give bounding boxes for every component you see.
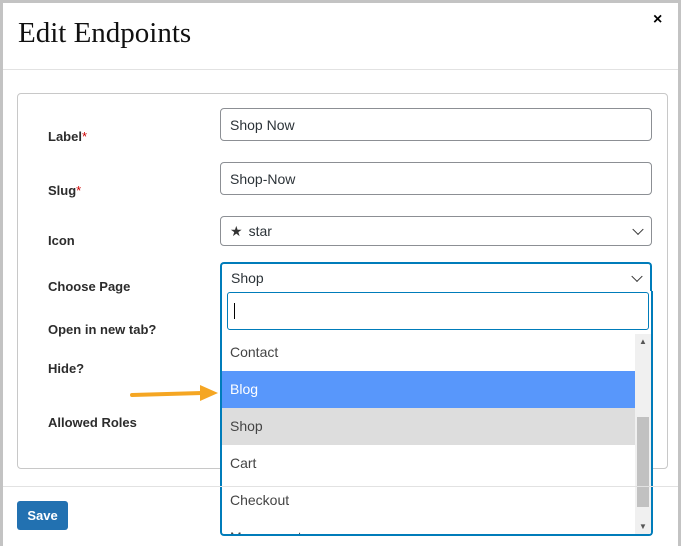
option-my-account[interactable]: My account (222, 519, 635, 534)
page-dropdown: Contact Blog Shop Cart Checkout My accou… (220, 291, 653, 536)
icon-select[interactable]: ★ star (220, 216, 652, 246)
option-shop[interactable]: Shop (222, 408, 635, 445)
dropdown-options: Contact Blog Shop Cart Checkout My accou… (222, 334, 635, 534)
dropdown-search-input[interactable] (227, 292, 649, 330)
label-field-label: Label* (48, 129, 87, 144)
chevron-down-icon (632, 223, 644, 236)
chevron-down-icon (631, 270, 643, 283)
scrollbar-thumb[interactable] (637, 417, 649, 507)
allowed-roles-label: Allowed Roles (48, 415, 137, 430)
header-divider (3, 69, 678, 70)
save-button[interactable]: Save (17, 501, 68, 530)
scroll-up-icon[interactable]: ▲ (639, 337, 647, 346)
option-blog[interactable]: Blog (222, 371, 635, 408)
edit-endpoints-dialog: Edit Endpoints × Label* Slug* Icon Choos… (3, 3, 678, 546)
required-mark: * (81, 129, 88, 144)
star-icon: ★ (230, 222, 243, 239)
label-text: Label (48, 129, 82, 144)
dialog-title: Edit Endpoints (18, 17, 192, 49)
required-mark: * (76, 183, 82, 198)
choose-page-select[interactable]: Shop (220, 262, 652, 292)
slug-field-label: Slug* (48, 183, 81, 198)
choose-page-label: Choose Page (48, 279, 131, 294)
footer-divider (3, 486, 678, 487)
slug-input[interactable]: Shop-Now (220, 162, 652, 195)
scroll-down-icon[interactable]: ▼ (639, 522, 647, 531)
icon-field-label: Icon (48, 233, 75, 248)
option-checkout[interactable]: Checkout (222, 482, 635, 519)
new-tab-label: Open in new tab? (48, 322, 157, 337)
text-caret (234, 303, 235, 319)
close-icon[interactable]: × (653, 11, 662, 29)
arrow-pointer-icon (130, 385, 218, 401)
choose-page-value: Shop (231, 270, 264, 286)
hide-label: Hide? (48, 361, 85, 376)
option-cart[interactable]: Cart (222, 445, 635, 482)
icon-select-value: star (248, 223, 272, 239)
option-contact[interactable]: Contact (222, 334, 635, 371)
slug-text: Slug (48, 183, 77, 198)
label-input[interactable]: Shop Now (220, 108, 652, 141)
dropdown-scrollbar[interactable]: ▲ ▼ (635, 334, 651, 534)
